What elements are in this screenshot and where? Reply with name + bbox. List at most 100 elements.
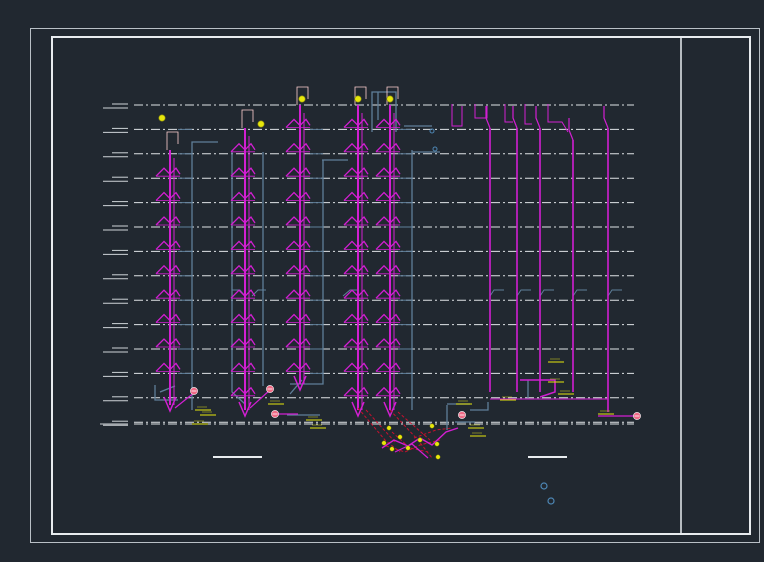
branch-fitting bbox=[375, 362, 401, 372]
riser-1 bbox=[155, 131, 181, 413]
roof-fitting bbox=[547, 104, 569, 133]
branch-fitting bbox=[285, 362, 311, 372]
branch-fitting bbox=[285, 191, 311, 202]
branch-fitting bbox=[230, 264, 256, 275]
branch-fitting bbox=[375, 167, 401, 177]
fitting-node-icon bbox=[389, 446, 395, 452]
branch-fitting bbox=[285, 215, 311, 226]
outer-border bbox=[30, 28, 760, 543]
horizontal-drain bbox=[520, 379, 556, 398]
branch-fitting bbox=[155, 215, 181, 226]
branch-fitting bbox=[375, 191, 401, 202]
branch-fitting bbox=[230, 215, 256, 226]
branch-fitting bbox=[285, 337, 311, 348]
branch-fitting bbox=[343, 386, 369, 397]
branch-fitting bbox=[155, 289, 181, 299]
outfall-pipe bbox=[385, 439, 441, 453]
branch-fitting bbox=[155, 167, 181, 177]
roof-vent bbox=[603, 106, 609, 129]
vent-branch bbox=[607, 289, 622, 297]
branch-fitting bbox=[375, 142, 401, 153]
branch-fitting bbox=[343, 362, 369, 372]
branch-fitting bbox=[155, 264, 181, 275]
branch-fitting bbox=[375, 264, 401, 275]
branch-fitting bbox=[285, 313, 311, 324]
blue-ring-icon bbox=[432, 146, 438, 152]
branch-fitting bbox=[375, 240, 401, 250]
roof-fitting bbox=[474, 104, 488, 119]
branch-fitting bbox=[343, 191, 369, 202]
roof-fitting bbox=[504, 104, 513, 123]
riser-2 bbox=[230, 109, 256, 418]
yellow-circle-icon bbox=[298, 95, 306, 103]
branch-fitting bbox=[343, 337, 369, 348]
branch-fitting bbox=[155, 337, 181, 348]
branch-fitting bbox=[230, 191, 256, 202]
vent-pipe bbox=[470, 402, 489, 411]
branch-fitting bbox=[375, 313, 401, 324]
yellow-circle-icon bbox=[158, 114, 166, 122]
branch-fitting bbox=[285, 264, 311, 275]
branch-fitting bbox=[285, 142, 311, 153]
branch-fitting bbox=[155, 313, 181, 324]
branch-fitting bbox=[230, 362, 256, 372]
fitting-node-icon bbox=[397, 434, 403, 440]
branch-fitting bbox=[375, 215, 401, 226]
roof-vent bbox=[512, 106, 518, 129]
branch-fitting bbox=[230, 167, 256, 177]
yellow-circle-icon bbox=[386, 95, 394, 103]
blue-ring-icon bbox=[540, 482, 548, 490]
branch-fitting bbox=[230, 142, 256, 153]
branch-fitting bbox=[375, 386, 401, 397]
fitting-node-icon bbox=[435, 454, 441, 460]
fitting-node-icon bbox=[381, 440, 387, 446]
branch-fitting bbox=[230, 313, 256, 324]
fitting-node-icon bbox=[386, 425, 392, 431]
blue-ring-icon bbox=[547, 497, 555, 505]
vent-pipe bbox=[231, 152, 246, 405]
branch-fitting bbox=[230, 289, 256, 299]
fitting-node-icon bbox=[417, 437, 423, 443]
branch-fitting bbox=[343, 142, 369, 153]
branch-fitting bbox=[155, 240, 181, 250]
riser-10 bbox=[603, 106, 609, 412]
vent-pipe bbox=[159, 385, 176, 393]
branch-fitting bbox=[343, 240, 369, 250]
branch-fitting bbox=[375, 289, 401, 299]
roof-vent bbox=[535, 106, 541, 129]
roof-fitting bbox=[451, 104, 463, 127]
branch-fitting bbox=[285, 289, 311, 299]
branch-fitting bbox=[343, 118, 369, 128]
yellow-circle-icon bbox=[354, 95, 362, 103]
fitting-node-icon bbox=[434, 441, 440, 447]
fitting-node-icon bbox=[429, 423, 435, 429]
branch-fitting bbox=[285, 240, 311, 250]
drainage-system-diagram bbox=[30, 28, 760, 543]
drawing-frame bbox=[30, 28, 760, 543]
branch-fitting bbox=[375, 337, 401, 348]
branch-fitting bbox=[155, 191, 181, 202]
riser-9 bbox=[568, 118, 574, 392]
riser-3 bbox=[285, 86, 311, 392]
outlet-pipe bbox=[249, 389, 271, 409]
branch-fitting bbox=[230, 337, 256, 348]
vent-branch bbox=[516, 289, 531, 297]
vent-branch bbox=[539, 289, 554, 297]
branch-fitting bbox=[343, 264, 369, 275]
roof-fitting bbox=[524, 104, 532, 125]
branch-fitting bbox=[155, 362, 181, 372]
branch-fitting bbox=[343, 313, 369, 324]
branch-fitting bbox=[343, 167, 369, 177]
outfall-pipe bbox=[413, 427, 453, 439]
branch-fitting bbox=[285, 118, 311, 128]
fitting-node-icon bbox=[405, 445, 411, 451]
inner-border bbox=[51, 36, 751, 535]
vent-branch bbox=[489, 289, 504, 297]
branch-fitting bbox=[285, 167, 311, 177]
vent-branch bbox=[572, 289, 587, 297]
yellow-circle-icon bbox=[257, 120, 265, 128]
branch-fitting bbox=[230, 240, 256, 250]
branch-fitting bbox=[343, 215, 369, 226]
vent-extension bbox=[241, 109, 254, 128]
vent-extension bbox=[166, 131, 179, 150]
